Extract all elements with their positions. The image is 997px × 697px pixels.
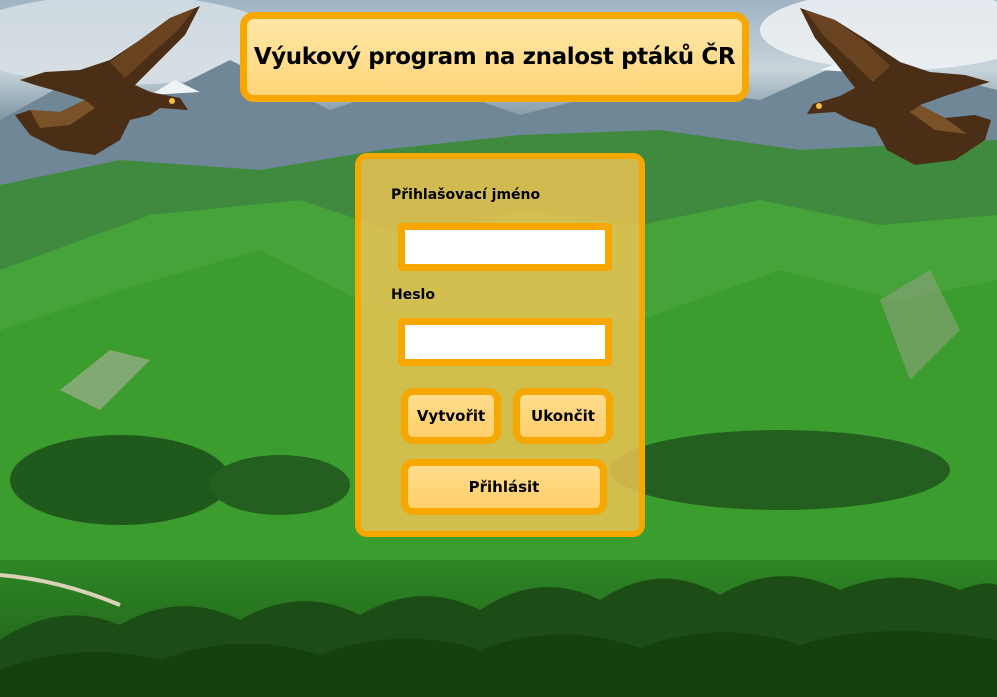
password-field-frame xyxy=(398,318,612,366)
login-button[interactable]: Přihlásit xyxy=(401,459,607,515)
eagle-icon xyxy=(15,6,200,155)
create-account-button[interactable]: Vytvořit xyxy=(401,388,501,444)
page-title: Výukový program na znalost ptáků ČR xyxy=(253,44,736,70)
username-field-frame xyxy=(398,223,612,271)
title-banner: Výukový program na znalost ptáků ČR xyxy=(240,12,749,102)
username-label: Přihlašovací jméno xyxy=(391,187,541,203)
password-label: Heslo xyxy=(391,287,435,303)
password-input[interactable] xyxy=(405,325,605,359)
quit-button[interactable]: Ukončit xyxy=(513,388,613,444)
username-input[interactable] xyxy=(405,230,605,264)
eagle-icon xyxy=(800,8,991,165)
login-panel: Přihlašovací jméno Heslo Vytvořit Ukonči… xyxy=(355,153,645,537)
